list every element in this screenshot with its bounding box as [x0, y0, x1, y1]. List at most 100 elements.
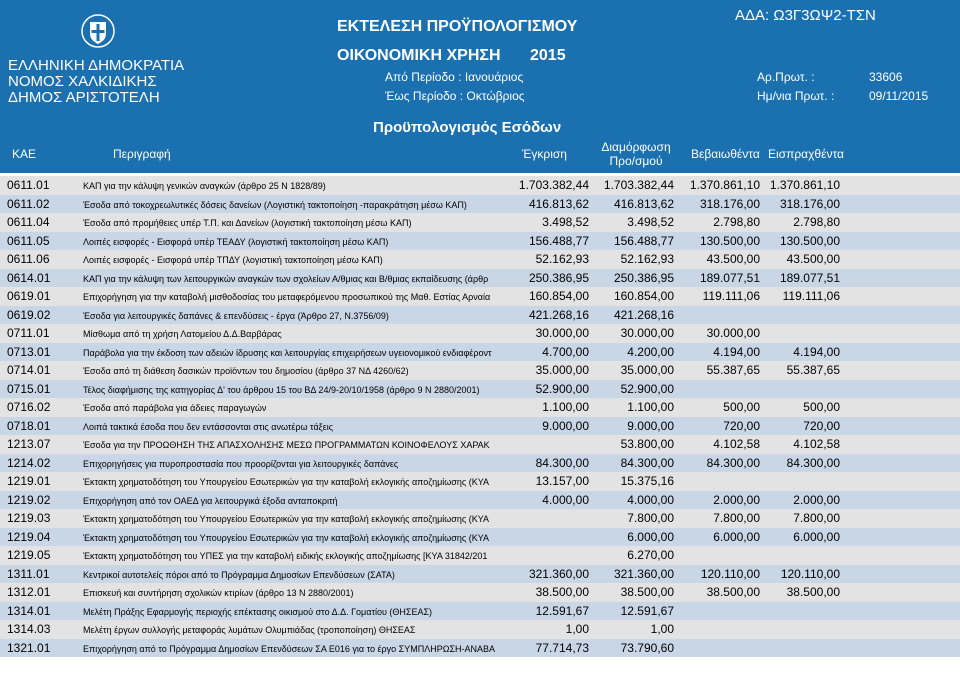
kae-cell: 1219.03 — [7, 511, 51, 525]
adjusted-cell: 3.498,52 — [627, 215, 674, 229]
assessed-cell: 318.176,00 — [699, 196, 760, 211]
column-header-description: Περιγραφή — [113, 147, 171, 161]
table-row: 1219.05 Έκτακτη χρηματοδότηση του ΥΠΕΣ γι… — [0, 546, 960, 565]
protocol-date-label: Ημ/νια Πρωτ. : — [757, 89, 835, 103]
adjusted-cell: 7.800,00 — [627, 511, 674, 525]
approval-cell: 3.498,52 — [542, 215, 589, 229]
collected-cell: 120.110,00 — [780, 566, 840, 581]
adjusted-cell: 38.500,00 — [620, 585, 674, 599]
collected-cell: 130.500,00 — [779, 233, 840, 248]
adjusted-cell: 6.270,00 — [627, 548, 674, 562]
adjusted-cell: 53.800,00 — [620, 437, 674, 451]
adjusted-cell: 1.703.382,44 — [603, 178, 674, 192]
org-country: ΕΛΛΗΝΙΚΗ ΔΗΜΟΚΡΑΤΙΑ — [8, 57, 185, 74]
kae-cell: 0715.01 — [7, 381, 51, 396]
kae-cell: 1219.02 — [7, 492, 51, 507]
table-row: 0619.01 Επιχορήγηση για την καταβολή μισθ… — [0, 287, 960, 306]
org-prefecture: ΝΟΜΟΣ ΧΑΛΚΙΔΙΚΗΣ — [8, 73, 157, 90]
description-cell: Επισκευή και συντήρηση σχολικών κτιρίων … — [83, 588, 354, 598]
approval-cell: 9.000,00 — [542, 418, 589, 433]
approval-cell: 321.360,00 — [528, 566, 589, 581]
adjusted-cell: 4.200,00 — [627, 344, 674, 359]
column-header-collected: Εισπραχθέντα — [768, 147, 844, 161]
table-row: 1213.07 Έσοδα για την ΠΡΟΩΘΗΣΗ ΤΗΣ ΑΠΑΣΧΟ… — [0, 435, 960, 454]
period-from: Από Περίοδο : Ιανουάριος — [385, 70, 524, 84]
approval-cell: 35.000,00 — [535, 363, 589, 377]
approval-cell: 1,00 — [565, 622, 589, 636]
approval-cell: 421.268,16 — [528, 307, 589, 322]
table-row: 1214.02 Επιχορηγήσεις για πυροπροστασία π… — [0, 453, 960, 472]
budget-table: 0611.01 ΚΑΠ για την κάλυψη γενικών αναγκώ… — [0, 176, 960, 657]
assessed-cell: 1.370.861,10 — [689, 178, 760, 192]
description-cell: Λοιπές εισφορές - Εισφορά υπέρ ΤΕΑΔΥ (λο… — [83, 236, 389, 247]
kae-cell: 1213.07 — [7, 437, 51, 451]
kae-cell: 0611.06 — [7, 252, 50, 266]
approval-cell: 84.300,00 — [535, 455, 589, 470]
approval-cell: 12.591,67 — [535, 603, 589, 618]
kae-cell: 1314.01 — [7, 603, 51, 618]
assessed-cell: 2.000,00 — [713, 492, 760, 507]
table-row: 0611.04 Έσοδα από προμήθειες υπέρ Τ.Π. κα… — [0, 213, 960, 232]
kae-cell: 0711.01 — [7, 326, 50, 340]
kae-cell: 1321.01 — [7, 640, 51, 655]
description-cell: Μελέτη Πράξης Εφαρμογής περιοχής επέκτασ… — [83, 606, 433, 617]
assessed-cell: 30.000,00 — [706, 326, 760, 340]
protocol-date-value: 09/11/2015 — [869, 89, 929, 103]
assessed-cell: 4.102,58 — [713, 437, 760, 451]
description-cell: Λοιπές εισφορές - Εισφορά υπέρ ΤΠΔΥ (λογ… — [83, 255, 383, 265]
table-row: 1321.01 Επιχορήγηση από το Πρόγραμμα Δημο… — [0, 638, 960, 657]
table-row: 0619.02 Έσοδα για λειτουργικές δαπάνες & … — [0, 305, 960, 324]
assessed-cell: 120.110,00 — [700, 566, 760, 581]
collected-cell: 119.111,06 — [782, 289, 840, 303]
assessed-cell: 43.500,00 — [706, 252, 760, 266]
table-row: 1311.01 Κεντρικοί αυτοτελείς πόροι από το… — [0, 564, 960, 583]
approval-cell: 52.162,93 — [535, 252, 589, 266]
assessed-cell: 6.000,00 — [713, 529, 760, 544]
table-row: 0711.01 Μίσθωμα από τη χρήση Λατομείου Δ.… — [0, 324, 960, 343]
table-row: 0715.01 Τέλος διαφήμισης της κατηγορίας Δ… — [0, 379, 960, 398]
collected-cell: 189.077,51 — [779, 270, 840, 285]
approval-cell: 13.157,00 — [535, 474, 589, 488]
adjusted-cell: 421.268,16 — [613, 307, 674, 322]
kae-cell: 1219.01 — [7, 474, 51, 488]
column-header-adjusted-line2: Προ/σμού — [609, 154, 663, 168]
table-row: 1219.03 Έκτακτη χρηματοδότηση του Υπουργε… — [0, 509, 960, 528]
kae-cell: 0611.01 — [7, 178, 50, 192]
kae-cell: 1312.01 — [7, 585, 51, 599]
description-cell: Έσοδα από τη διάθεση δασικών προϊόντων τ… — [83, 366, 409, 376]
collected-cell: 720,00 — [803, 418, 840, 433]
section-title: Προϋπολογισμός Εσόδων — [373, 119, 562, 136]
approval-cell: 77.714,73 — [535, 640, 589, 655]
table-row: 0713.01 Παράβολα για την έκδοση των αδειώ… — [0, 342, 960, 361]
table-row: 1312.01 Επισκευή και συντήρηση σχολικών κ… — [0, 583, 960, 602]
adjusted-cell: 9.000,00 — [627, 418, 674, 433]
collected-cell: 43.500,00 — [786, 252, 840, 266]
approval-cell: 160.854,00 — [528, 289, 589, 303]
adjusted-cell: 35.000,00 — [620, 363, 674, 377]
collected-cell: 38.500,00 — [786, 585, 840, 599]
kae-cell: 1214.02 — [7, 455, 51, 470]
report-subtitle: ΟΙΚΟΝΟΜΙΚΗ ΧΡΗΣΗ — [337, 47, 501, 64]
protocol-value: 33606 — [869, 70, 903, 84]
description-cell: Έσοδα από παράβολα για άδειες παραγωγών — [83, 403, 267, 413]
table-row: 1219.02 Επιχορήγηση από τον ΟΑΕΔ για λειτ… — [0, 490, 960, 509]
description-cell: ΚΑΠ για την κάλυψη γενικών αναγκών (άρθρ… — [83, 181, 326, 191]
approval-cell: 4.700,00 — [542, 344, 589, 359]
column-header-adjusted: Διαμόρφωση Προ/σμού — [598, 140, 674, 168]
description-cell: Κεντρικοί αυτοτελείς πόροι από το Πρόγρα… — [83, 569, 395, 580]
description-cell: Έσοδα από τοκοχρεωλυτικές δόσεις δανείων… — [83, 199, 467, 210]
report-header: ΕΛΛΗΝΙΚΗ ΔΗΜΟΚΡΑΤΙΑ ΝΟΜΟΣ ΧΑΛΚΙΔΙΚΗΣ ΔΗΜ… — [0, 0, 960, 173]
approval-cell: 4.000,00 — [542, 492, 589, 507]
kae-cell: 0718.01 — [7, 418, 51, 433]
fiscal-year: 2015 — [530, 47, 566, 64]
collected-cell: 2.000,00 — [793, 492, 840, 507]
adjusted-cell: 15.375,16 — [620, 474, 674, 488]
adjusted-cell: 250.386,95 — [613, 270, 674, 285]
description-cell: Έκτακτη χρηματοδότηση του Υπουργείου Εσω… — [83, 514, 490, 524]
description-cell: Έσοδα από προμήθειες υπέρ Τ.Π. και Δανεί… — [83, 218, 412, 228]
description-cell: Μελέτη έργων συλλογής μεταφοράς λυμάτων … — [83, 625, 416, 635]
table-row: 0614.01 ΚΑΠ για την κάλυψη των λειτουργικ… — [0, 268, 960, 287]
kae-cell: 0619.01 — [7, 289, 51, 303]
kae-cell: 1219.05 — [7, 548, 51, 562]
collected-cell: 6.000,00 — [793, 529, 840, 544]
